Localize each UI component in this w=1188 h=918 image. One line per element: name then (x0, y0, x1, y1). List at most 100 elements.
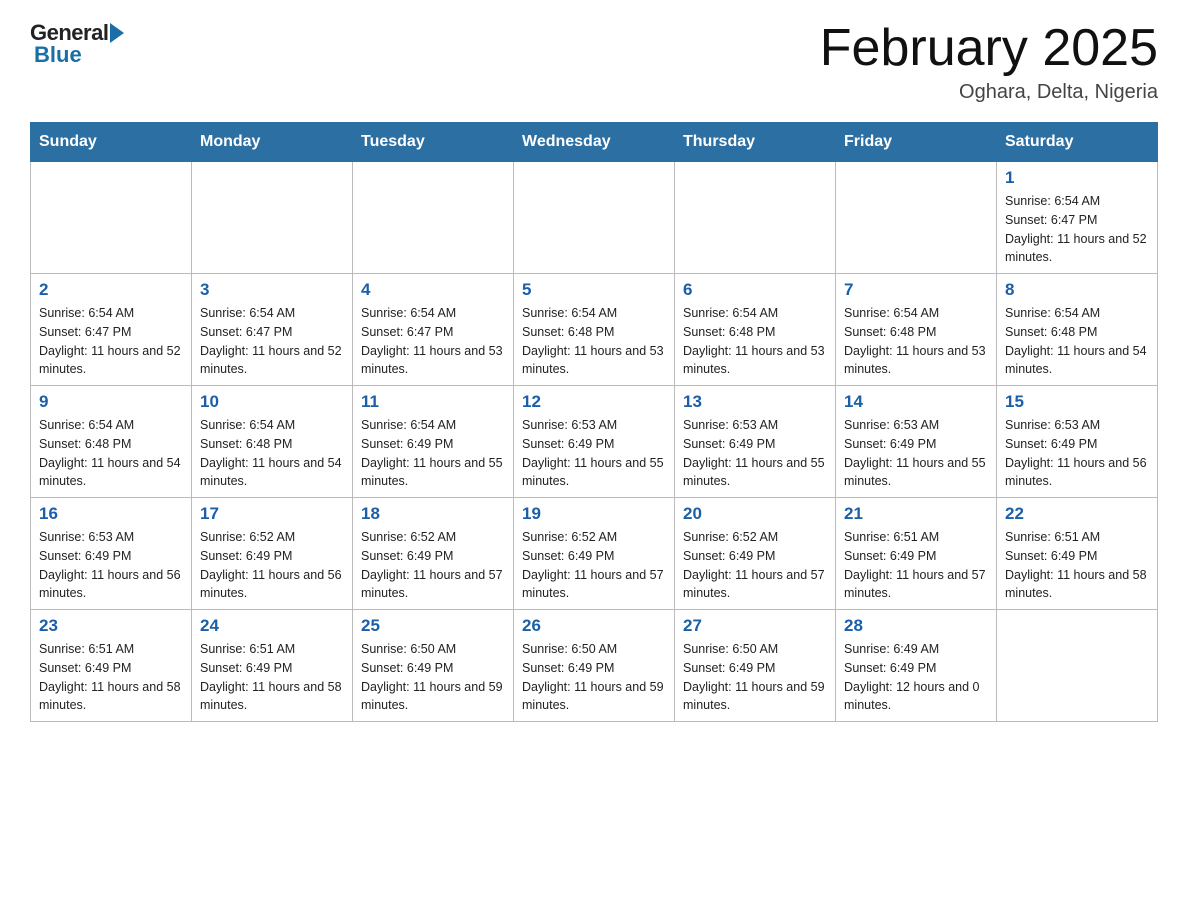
cell-day-number: 13 (683, 392, 827, 412)
calendar-cell: 18 Sunrise: 6:52 AMSunset: 6:49 PMDayligh… (353, 498, 514, 610)
cell-day-number: 22 (1005, 504, 1149, 524)
cell-sun-info: Sunrise: 6:51 AMSunset: 6:49 PMDaylight:… (844, 528, 988, 603)
weekday-header-wednesday: Wednesday (514, 123, 675, 162)
cell-sun-info: Sunrise: 6:54 AMSunset: 6:48 PMDaylight:… (39, 416, 183, 491)
calendar-cell: 28 Sunrise: 6:49 AMSunset: 6:49 PMDayligh… (836, 610, 997, 722)
calendar-cell: 23 Sunrise: 6:51 AMSunset: 6:49 PMDayligh… (31, 610, 192, 722)
calendar-cell: 27 Sunrise: 6:50 AMSunset: 6:49 PMDayligh… (675, 610, 836, 722)
title-block: February 2025 Oghara, Delta, Nigeria (820, 20, 1158, 104)
cell-sun-info: Sunrise: 6:53 AMSunset: 6:49 PMDaylight:… (522, 416, 666, 491)
calendar-cell (353, 162, 514, 274)
calendar-cell: 13 Sunrise: 6:53 AMSunset: 6:49 PMDayligh… (675, 386, 836, 498)
calendar-cell: 10 Sunrise: 6:54 AMSunset: 6:48 PMDayligh… (192, 386, 353, 498)
calendar-cell (192, 162, 353, 274)
logo: General Blue (30, 20, 124, 68)
cell-sun-info: Sunrise: 6:54 AMSunset: 6:48 PMDaylight:… (522, 304, 666, 379)
calendar-cell: 22 Sunrise: 6:51 AMSunset: 6:49 PMDayligh… (997, 498, 1158, 610)
cell-sun-info: Sunrise: 6:54 AMSunset: 6:48 PMDaylight:… (844, 304, 988, 379)
cell-day-number: 2 (39, 280, 183, 300)
cell-sun-info: Sunrise: 6:54 AMSunset: 6:47 PMDaylight:… (200, 304, 344, 379)
calendar-cell: 3 Sunrise: 6:54 AMSunset: 6:47 PMDaylight… (192, 274, 353, 386)
cell-day-number: 27 (683, 616, 827, 636)
cell-sun-info: Sunrise: 6:54 AMSunset: 6:49 PMDaylight:… (361, 416, 505, 491)
calendar-cell: 4 Sunrise: 6:54 AMSunset: 6:47 PMDaylight… (353, 274, 514, 386)
cell-day-number: 6 (683, 280, 827, 300)
week-row-3: 9 Sunrise: 6:54 AMSunset: 6:48 PMDaylight… (31, 386, 1158, 498)
weekday-header-friday: Friday (836, 123, 997, 162)
cell-day-number: 17 (200, 504, 344, 524)
week-row-5: 23 Sunrise: 6:51 AMSunset: 6:49 PMDayligh… (31, 610, 1158, 722)
weekday-header-thursday: Thursday (675, 123, 836, 162)
week-row-1: 1 Sunrise: 6:54 AMSunset: 6:47 PMDaylight… (31, 162, 1158, 274)
cell-sun-info: Sunrise: 6:52 AMSunset: 6:49 PMDaylight:… (683, 528, 827, 603)
cell-day-number: 1 (1005, 168, 1149, 188)
cell-sun-info: Sunrise: 6:53 AMSunset: 6:49 PMDaylight:… (1005, 416, 1149, 491)
cell-sun-info: Sunrise: 6:51 AMSunset: 6:49 PMDaylight:… (39, 640, 183, 715)
cell-day-number: 5 (522, 280, 666, 300)
calendar-cell: 14Sunrise: 6:53 AMSunset: 6:49 PMDayligh… (836, 386, 997, 498)
cell-sun-info: Sunrise: 6:54 AMSunset: 6:47 PMDaylight:… (39, 304, 183, 379)
cell-day-number: 18 (361, 504, 505, 524)
cell-day-number: 3 (200, 280, 344, 300)
calendar-cell: 25Sunrise: 6:50 AMSunset: 6:49 PMDayligh… (353, 610, 514, 722)
cell-sun-info: Sunrise: 6:52 AMSunset: 6:49 PMDaylight:… (361, 528, 505, 603)
cell-sun-info: Sunrise: 6:52 AMSunset: 6:49 PMDaylight:… (200, 528, 344, 603)
cell-day-number: 26 (522, 616, 666, 636)
cell-sun-info: Sunrise: 6:54 AMSunset: 6:47 PMDaylight:… (1005, 192, 1149, 267)
weekday-header-monday: Monday (192, 123, 353, 162)
calendar-cell: 20 Sunrise: 6:52 AMSunset: 6:49 PMDayligh… (675, 498, 836, 610)
cell-day-number: 10 (200, 392, 344, 412)
cell-day-number: 20 (683, 504, 827, 524)
cell-day-number: 25 (361, 616, 505, 636)
cell-day-number: 11 (361, 392, 505, 412)
cell-sun-info: Sunrise: 6:52 AMSunset: 6:49 PMDaylight:… (522, 528, 666, 603)
calendar-cell: 1 Sunrise: 6:54 AMSunset: 6:47 PMDaylight… (997, 162, 1158, 274)
calendar-cell: 17 Sunrise: 6:52 AMSunset: 6:49 PMDayligh… (192, 498, 353, 610)
cell-sun-info: Sunrise: 6:50 AMSunset: 6:49 PMDaylight:… (522, 640, 666, 715)
calendar-cell: 12 Sunrise: 6:53 AMSunset: 6:49 PMDayligh… (514, 386, 675, 498)
calendar-cell: 7 Sunrise: 6:54 AMSunset: 6:48 PMDaylight… (836, 274, 997, 386)
weekday-header-saturday: Saturday (997, 123, 1158, 162)
calendar-cell: 9 Sunrise: 6:54 AMSunset: 6:48 PMDaylight… (31, 386, 192, 498)
calendar-cell (675, 162, 836, 274)
cell-day-number: 28 (844, 616, 988, 636)
calendar-table: SundayMondayTuesdayWednesdayThursdayFrid… (30, 122, 1158, 722)
cell-day-number: 23 (39, 616, 183, 636)
calendar-cell: 16 Sunrise: 6:53 AMSunset: 6:49 PMDayligh… (31, 498, 192, 610)
cell-day-number: 9 (39, 392, 183, 412)
cell-sun-info: Sunrise: 6:53 AMSunset: 6:49 PMDaylight:… (844, 416, 988, 491)
calendar-cell (514, 162, 675, 274)
calendar-cell: 21Sunrise: 6:51 AMSunset: 6:49 PMDayligh… (836, 498, 997, 610)
cell-day-number: 19 (522, 504, 666, 524)
calendar-cell: 24Sunrise: 6:51 AMSunset: 6:49 PMDayligh… (192, 610, 353, 722)
cell-day-number: 15 (1005, 392, 1149, 412)
cell-sun-info: Sunrise: 6:54 AMSunset: 6:47 PMDaylight:… (361, 304, 505, 379)
cell-sun-info: Sunrise: 6:51 AMSunset: 6:49 PMDaylight:… (1005, 528, 1149, 603)
calendar-cell: 19 Sunrise: 6:52 AMSunset: 6:49 PMDayligh… (514, 498, 675, 610)
week-row-4: 16 Sunrise: 6:53 AMSunset: 6:49 PMDayligh… (31, 498, 1158, 610)
calendar-cell: 26 Sunrise: 6:50 AMSunset: 6:49 PMDayligh… (514, 610, 675, 722)
cell-day-number: 8 (1005, 280, 1149, 300)
subtitle: Oghara, Delta, Nigeria (820, 81, 1158, 104)
cell-sun-info: Sunrise: 6:53 AMSunset: 6:49 PMDaylight:… (39, 528, 183, 603)
calendar-cell: 15 Sunrise: 6:53 AMSunset: 6:49 PMDayligh… (997, 386, 1158, 498)
week-row-2: 2 Sunrise: 6:54 AMSunset: 6:47 PMDaylight… (31, 274, 1158, 386)
calendar-cell (997, 610, 1158, 722)
cell-day-number: 12 (522, 392, 666, 412)
logo-blue-text: Blue (34, 42, 82, 68)
cell-sun-info: Sunrise: 6:51 AMSunset: 6:49 PMDaylight:… (200, 640, 344, 715)
calendar-cell: 2 Sunrise: 6:54 AMSunset: 6:47 PMDaylight… (31, 274, 192, 386)
page-header: General Blue February 2025 Oghara, Delta… (30, 20, 1158, 104)
cell-day-number: 16 (39, 504, 183, 524)
cell-sun-info: Sunrise: 6:50 AMSunset: 6:49 PMDaylight:… (683, 640, 827, 715)
logo-arrow-icon (110, 23, 124, 43)
cell-sun-info: Sunrise: 6:54 AMSunset: 6:48 PMDaylight:… (1005, 304, 1149, 379)
cell-sun-info: Sunrise: 6:54 AMSunset: 6:48 PMDaylight:… (200, 416, 344, 491)
calendar-cell: 6Sunrise: 6:54 AMSunset: 6:48 PMDaylight… (675, 274, 836, 386)
cell-sun-info: Sunrise: 6:49 AMSunset: 6:49 PMDaylight:… (844, 640, 988, 715)
cell-sun-info: Sunrise: 6:53 AMSunset: 6:49 PMDaylight:… (683, 416, 827, 491)
calendar-cell: 8 Sunrise: 6:54 AMSunset: 6:48 PMDaylight… (997, 274, 1158, 386)
cell-day-number: 4 (361, 280, 505, 300)
cell-day-number: 7 (844, 280, 988, 300)
calendar-cell (836, 162, 997, 274)
